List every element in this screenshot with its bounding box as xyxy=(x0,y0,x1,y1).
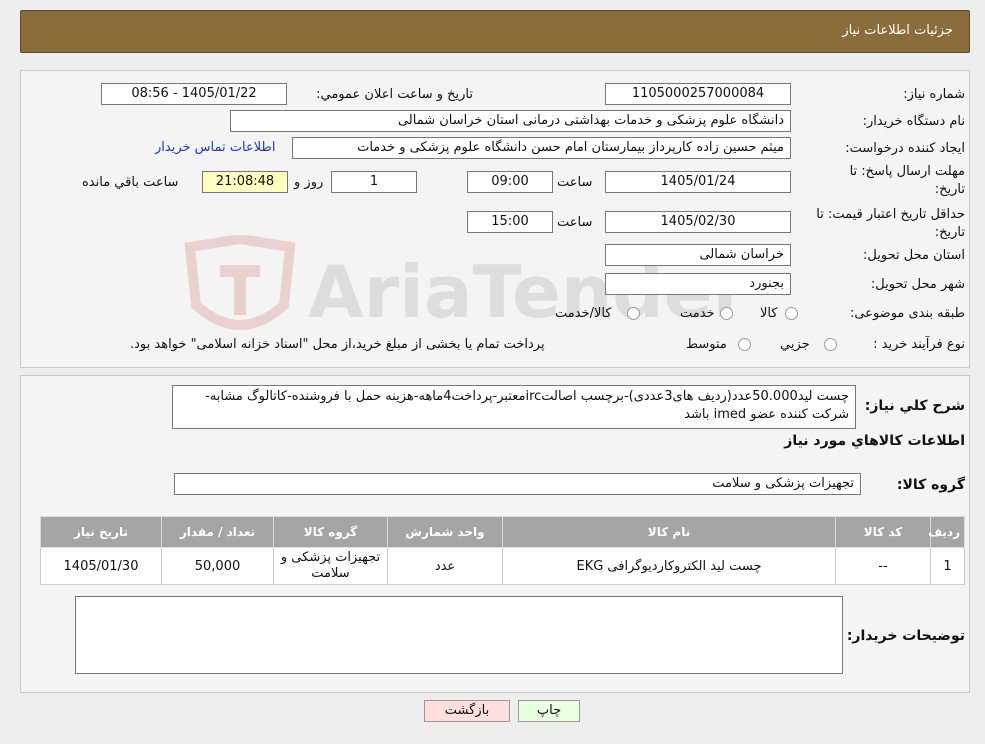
category-goods-service-label: كالا/خدمت xyxy=(555,306,612,321)
category-service-label: خدمت xyxy=(680,306,715,321)
process-medium-label: متوسط xyxy=(686,337,727,352)
days-remaining-field: 1 xyxy=(331,171,417,193)
deadline-label-line2: تاريخ: xyxy=(934,182,965,197)
description-label: شرح كلي نياز: xyxy=(864,398,965,414)
items-table: رديف کد كالا نام كالا واحد شمارش گروه كا… xyxy=(40,516,965,585)
requester-field: میثم حسین زاده کارپرداز بیمارستان امام ح… xyxy=(292,137,791,159)
remaining-time-label: ساعت باقي مانده xyxy=(82,175,179,190)
goods-group-field: تجهیزات پزشکی و سلامت xyxy=(174,473,861,495)
deadline-time-field: 09:00 xyxy=(467,171,553,193)
process-label: نوع فرآيند خريد : xyxy=(873,337,965,352)
announce-label: تاریخ و ساعت اعلان عمومي: xyxy=(316,87,473,102)
category-service-radio[interactable] xyxy=(720,307,733,320)
province-label: استان محل تحويل: xyxy=(863,248,965,263)
deadline-date-field: 1405/01/24 xyxy=(605,171,791,193)
goods-group-label: گروه كالا: xyxy=(896,477,965,493)
city-label: شهر محل تحويل: xyxy=(870,277,965,292)
print-button[interactable]: چاپ xyxy=(518,700,580,722)
cell-item-name: چست لید الکتروکاردیوگرافی EKG xyxy=(502,547,836,585)
watermark-shield-icon xyxy=(184,235,296,330)
validity-date-field: 1405/02/30 xyxy=(605,211,791,233)
back-button[interactable]: بازگشت xyxy=(424,700,510,722)
cell-need-date: 1405/01/30 xyxy=(40,547,162,585)
process-medium-radio[interactable] xyxy=(738,338,751,351)
category-goods-label: كالا xyxy=(760,306,778,321)
announce-datetime-field: 1405/01/22 - 08:56 xyxy=(101,83,287,105)
days-label: روز و xyxy=(294,175,324,190)
validity-label-line1: حداقل تاريخ اعتبار قيمت: تا xyxy=(816,207,965,222)
page-header: جزئیات اطلاعات نیاز xyxy=(20,10,970,53)
process-minor-label: جزيي xyxy=(780,337,810,352)
cell-quantity: 50,000 xyxy=(161,547,274,585)
cell-group: تجهیزات پزشکی و سلامت xyxy=(273,547,388,585)
items-table-header: رديف کد كالا نام كالا واحد شمارش گروه كا… xyxy=(40,516,965,548)
description-textarea[interactable]: چست لید50.000عدد(ردیف های3عددی)-برچسب اص… xyxy=(172,385,856,429)
category-goods-service-radio[interactable] xyxy=(627,307,640,320)
category-label: طبقه بندی موضوعی: xyxy=(849,306,965,321)
need-number-field: 1105000257000084 xyxy=(605,83,791,105)
category-goods-radio[interactable] xyxy=(785,307,798,320)
col-group: گروه كالا xyxy=(273,516,388,548)
buyer-org-label: نام دستگاه خريدار: xyxy=(862,114,965,129)
process-minor-radio[interactable] xyxy=(824,338,837,351)
buyer-notes-textarea[interactable] xyxy=(75,596,843,674)
deadline-time-label: ساعت xyxy=(557,175,593,190)
col-need-date: تاريخ نياز xyxy=(40,516,162,548)
col-row-number: رديف xyxy=(928,516,965,548)
validity-time-label: ساعت xyxy=(557,215,593,230)
buyer-notes-label: توضيحات خريدار: xyxy=(846,628,965,644)
validity-label-line2: تاريخ: xyxy=(934,225,965,240)
buyer-contact-link[interactable]: اطلاعات تماس خريدار xyxy=(155,140,275,155)
table-row: 1 -- چست لید الکتروکاردیوگرافی EKG عدد ت… xyxy=(40,547,965,585)
process-payment-note: پرداخت تمام یا بخشی از مبلغ خرید،از محل … xyxy=(130,337,545,352)
buyer-org-field: دانشگاه علوم پزشکی و خدمات بهداشتی درمان… xyxy=(230,110,791,132)
col-item-name: نام كالا xyxy=(502,516,836,548)
city-field: بجنورد xyxy=(605,273,791,295)
province-field: خراسان شمالی xyxy=(605,244,791,266)
requester-label: ايجاد کننده درخواست: xyxy=(845,141,965,156)
col-quantity: تعداد / مقدار xyxy=(161,516,274,548)
page-title: جزئیات اطلاعات نیاز xyxy=(842,23,953,38)
remaining-time-field: 21:08:48 xyxy=(202,171,288,193)
cell-unit: عدد xyxy=(387,547,503,585)
need-number-label: شماره نیاز: xyxy=(903,87,965,102)
col-item-code: کد كالا xyxy=(835,516,931,548)
col-unit: واحد شمارش xyxy=(387,516,503,548)
items-section-title: اطلاعات كالاهاي مورد نياز xyxy=(784,433,965,449)
cell-row-number: 1 xyxy=(930,547,965,585)
cell-item-code: -- xyxy=(835,547,931,585)
deadline-label-line1: مهلت ارسال پاسخ: تا xyxy=(849,164,965,179)
validity-time-field: 15:00 xyxy=(467,211,553,233)
